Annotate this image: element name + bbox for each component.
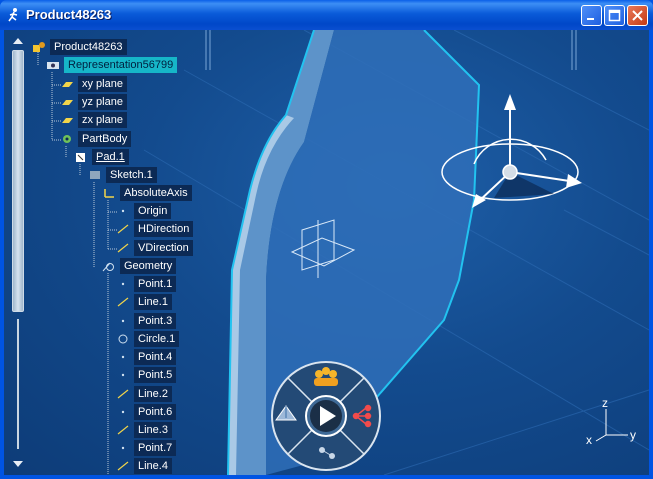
line-icon bbox=[116, 388, 130, 405]
tree-node[interactable]: HDirection bbox=[116, 221, 194, 240]
sketch-icon bbox=[88, 169, 102, 186]
point-icon bbox=[116, 442, 130, 459]
tree-node[interactable]: PartBody bbox=[60, 131, 132, 150]
tree-node-label: Line.4 bbox=[134, 458, 172, 474]
tree-node[interactable]: AbsoluteAxis bbox=[102, 185, 192, 201]
tree-node[interactable]: Product48263 bbox=[32, 39, 127, 55]
tree-node-label: Sketch.1 bbox=[106, 167, 157, 183]
tree-node-label: VDirection bbox=[134, 240, 193, 256]
tree-scrollbar[interactable] bbox=[10, 34, 26, 471]
maximize-icon bbox=[608, 9, 621, 22]
axis-icon bbox=[102, 187, 116, 204]
tree-node-label: Point.5 bbox=[134, 367, 177, 383]
point-icon bbox=[116, 278, 130, 295]
point-icon bbox=[116, 315, 130, 332]
tree-node[interactable]: Point.7 bbox=[116, 440, 177, 459]
specification-tree: Product48263 Representation56799 xy plane y… bbox=[4, 30, 224, 475]
tree-node[interactable]: Geometry bbox=[102, 258, 177, 277]
tree-node-label: AbsoluteAxis bbox=[120, 185, 192, 201]
tree-node-label: xy plane bbox=[78, 76, 127, 92]
tree-node[interactable]: VDirection bbox=[116, 240, 193, 256]
tree-node[interactable]: Line.4 bbox=[116, 458, 172, 474]
axis-label-x: x bbox=[586, 433, 592, 445]
tree-node-label: Line.3 bbox=[134, 422, 172, 438]
point-icon bbox=[116, 351, 130, 368]
tree-node-label: Geometry bbox=[120, 258, 177, 274]
gear-icon bbox=[60, 133, 74, 150]
tree-node[interactable]: Line.1 bbox=[116, 294, 172, 310]
tree-node-label: Pad.1 bbox=[92, 149, 129, 165]
application-window: Product48263 Product48263 Representation… bbox=[0, 0, 653, 479]
tree-node-label: Point.6 bbox=[134, 404, 177, 420]
tree-node-label: Product48263 bbox=[50, 39, 127, 55]
tree-node[interactable]: Line.2 bbox=[116, 386, 172, 402]
product-icon bbox=[32, 41, 46, 58]
tree-node[interactable]: Point.4 bbox=[116, 349, 177, 368]
representation-icon bbox=[46, 59, 60, 76]
tree-node[interactable]: yz plane bbox=[60, 94, 127, 110]
tree-node[interactable]: Point.6 bbox=[116, 404, 177, 423]
close-button[interactable] bbox=[627, 5, 648, 26]
point-icon bbox=[116, 406, 130, 423]
tree-node-label: Point.7 bbox=[134, 440, 177, 456]
minimize-button[interactable] bbox=[581, 5, 602, 26]
navigation-widget[interactable] bbox=[270, 360, 382, 472]
tree-node[interactable]: Representation56799 bbox=[46, 57, 178, 76]
tree-node-label: Point.1 bbox=[134, 276, 177, 292]
tree-node[interactable]: Circle.1 bbox=[116, 331, 180, 350]
point-icon bbox=[116, 369, 130, 386]
tree-node[interactable]: zx plane bbox=[60, 112, 127, 128]
circle-icon bbox=[116, 333, 130, 350]
window-title: Product48263 bbox=[26, 7, 112, 22]
tree-node-label: Point.3 bbox=[134, 313, 177, 329]
geometry-icon bbox=[102, 260, 116, 277]
tree-node-label: Origin bbox=[134, 203, 172, 219]
scroll-up-icon[interactable] bbox=[10, 34, 26, 48]
tree-node-label: PartBody bbox=[78, 131, 132, 147]
pad-icon bbox=[74, 151, 88, 168]
play-icon bbox=[310, 400, 342, 432]
tree-node[interactable]: xy plane bbox=[60, 76, 127, 92]
tree-node[interactable]: Point.1 bbox=[116, 276, 177, 295]
tree-node[interactable]: Line.3 bbox=[116, 422, 172, 438]
scroll-thumb[interactable] bbox=[12, 50, 24, 312]
catia-run-icon bbox=[8, 8, 18, 22]
tree-node[interactable]: Sketch.1 bbox=[88, 167, 157, 183]
3d-viewport[interactable]: Product48263 Representation56799 xy plane y… bbox=[4, 30, 649, 475]
tree-node-label: HDirection bbox=[134, 221, 194, 237]
compass-manipulator[interactable] bbox=[434, 90, 594, 250]
tree-node-label: Representation56799 bbox=[64, 57, 178, 73]
axis-triad: z y x bbox=[586, 396, 636, 445]
tree-node-label: yz plane bbox=[78, 94, 127, 110]
tree-node[interactable]: Origin bbox=[116, 203, 172, 222]
tree-node-label: Point.4 bbox=[134, 349, 177, 365]
line-icon bbox=[116, 223, 130, 240]
title-bar[interactable]: Product48263 bbox=[0, 0, 653, 30]
axis-label-y: y bbox=[630, 428, 636, 442]
plane-icon bbox=[60, 78, 74, 95]
scroll-track[interactable] bbox=[17, 319, 19, 449]
close-icon bbox=[632, 10, 643, 21]
point-icon bbox=[116, 205, 130, 222]
tree-node-label: Line.2 bbox=[134, 386, 172, 402]
line-icon bbox=[116, 296, 130, 313]
tree-node[interactable]: Point.3 bbox=[116, 313, 177, 332]
tree-node-label: zx plane bbox=[78, 112, 127, 128]
tree-node-label: Circle.1 bbox=[134, 331, 180, 347]
plane-icon bbox=[60, 114, 74, 131]
tree-node[interactable]: Pad.1 bbox=[74, 149, 129, 165]
tree-node[interactable]: Point.5 bbox=[116, 367, 177, 386]
tree-node-label: Line.1 bbox=[134, 294, 172, 310]
scroll-down-icon[interactable] bbox=[10, 457, 26, 471]
plane-icon bbox=[60, 96, 74, 113]
maximize-button[interactable] bbox=[604, 5, 625, 26]
axis-label-z: z bbox=[602, 396, 608, 410]
minimize-icon bbox=[587, 18, 594, 20]
line-icon bbox=[116, 424, 130, 441]
line-icon bbox=[116, 460, 130, 475]
line-icon bbox=[116, 242, 130, 259]
